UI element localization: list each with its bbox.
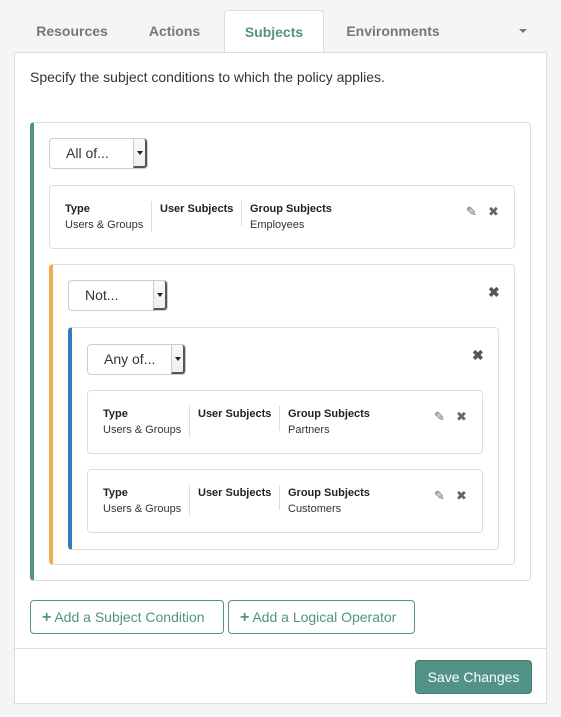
close-icon[interactable]: ✖: [488, 205, 499, 218]
add-logical-operator-button[interactable]: + Add a Logical Operator: [228, 600, 415, 634]
group-subjects-label: Group Subjects: [288, 487, 370, 499]
tab-subjects[interactable]: Subjects: [224, 10, 324, 53]
group-subjects-label: Group Subjects: [288, 408, 370, 420]
operator-select-value: All of...: [66, 145, 109, 161]
column-divider: [189, 406, 190, 437]
subjects-panel: Specify the subject conditions to which …: [14, 52, 547, 704]
operator-select-not[interactable]: Not...: [68, 280, 168, 311]
intro-text: Specify the subject conditions to which …: [30, 69, 385, 85]
user-subjects-label: User Subjects: [198, 487, 272, 499]
operator-select-all[interactable]: All of...: [49, 138, 148, 169]
subject-condition: Type Users & Groups User Subjects Group …: [49, 185, 515, 249]
user-subjects-label: User Subjects: [198, 408, 272, 420]
type-column: Type Users & Groups: [103, 485, 181, 517]
type-value: Users & Groups: [103, 503, 182, 515]
type-value: Users & Groups: [65, 219, 144, 231]
column-divider: [279, 406, 280, 431]
group-subjects-value: Partners: [288, 424, 330, 436]
column-divider: [151, 201, 152, 232]
add-subject-condition-button[interactable]: + Add a Subject Condition: [30, 600, 224, 634]
type-column: Type Users & Groups: [65, 201, 143, 233]
logical-group-not: Not... ✖ Any of... ✖ Type Users & Groups: [49, 264, 515, 565]
column-divider: [189, 485, 190, 516]
chevron-down-icon: [153, 281, 167, 310]
tab-environments[interactable]: Environments: [332, 10, 454, 52]
pencil-icon[interactable]: ✎: [434, 489, 445, 502]
add-logical-operator-label: Add a Logical Operator: [252, 609, 397, 625]
close-icon[interactable]: ✖: [456, 410, 467, 423]
group-subjects-column: Group Subjects Employees: [250, 201, 332, 233]
chevron-down-icon: [133, 139, 147, 168]
tab-actions[interactable]: Actions: [132, 10, 217, 52]
plus-icon: +: [240, 609, 250, 626]
type-label: Type: [65, 203, 90, 215]
save-changes-button[interactable]: Save Changes: [415, 660, 532, 694]
column-divider: [241, 201, 242, 226]
group-subjects-label: Group Subjects: [250, 203, 332, 215]
pencil-icon[interactable]: ✎: [434, 410, 445, 423]
operator-select-value: Not...: [85, 287, 119, 303]
group-subjects-value: Customers: [288, 503, 342, 515]
add-subject-condition-label: Add a Subject Condition: [54, 609, 205, 625]
chevron-down-icon: [171, 345, 185, 374]
operator-select-any[interactable]: Any of...: [87, 344, 186, 375]
close-icon[interactable]: ✖: [472, 348, 484, 362]
tab-bar: Resources Actions Subjects Environments: [14, 10, 547, 53]
user-subjects-column: User Subjects: [198, 485, 271, 501]
group-subjects-column: Group Subjects Partners: [288, 406, 370, 438]
column-divider: [279, 485, 280, 510]
pencil-icon[interactable]: ✎: [466, 205, 477, 218]
subject-condition: Type Users & Groups User Subjects Group …: [87, 390, 483, 454]
operator-select-value: Any of...: [104, 351, 156, 367]
group-subjects-column: Group Subjects Customers: [288, 485, 370, 517]
plus-icon: +: [42, 609, 52, 626]
tab-resources[interactable]: Resources: [22, 10, 122, 52]
type-label: Type: [103, 408, 128, 420]
tabs-dropdown-caret-icon[interactable]: [519, 29, 527, 33]
type-label: Type: [103, 487, 128, 499]
user-subjects-label: User Subjects: [160, 203, 234, 215]
subject-condition: Type Users & Groups User Subjects Group …: [87, 469, 483, 533]
close-icon[interactable]: ✖: [488, 285, 500, 299]
user-subjects-column: User Subjects: [160, 201, 233, 217]
type-column: Type Users & Groups: [103, 406, 181, 438]
logical-group-all: All of... Type Users & Groups User Subje…: [30, 122, 531, 581]
close-icon[interactable]: ✖: [456, 489, 467, 502]
footer-divider: [15, 648, 546, 649]
user-subjects-column: User Subjects: [198, 406, 271, 422]
type-value: Users & Groups: [103, 424, 182, 436]
group-subjects-value: Employees: [250, 219, 305, 231]
logical-group-any: Any of... ✖ Type Users & Groups User Sub…: [68, 327, 499, 550]
